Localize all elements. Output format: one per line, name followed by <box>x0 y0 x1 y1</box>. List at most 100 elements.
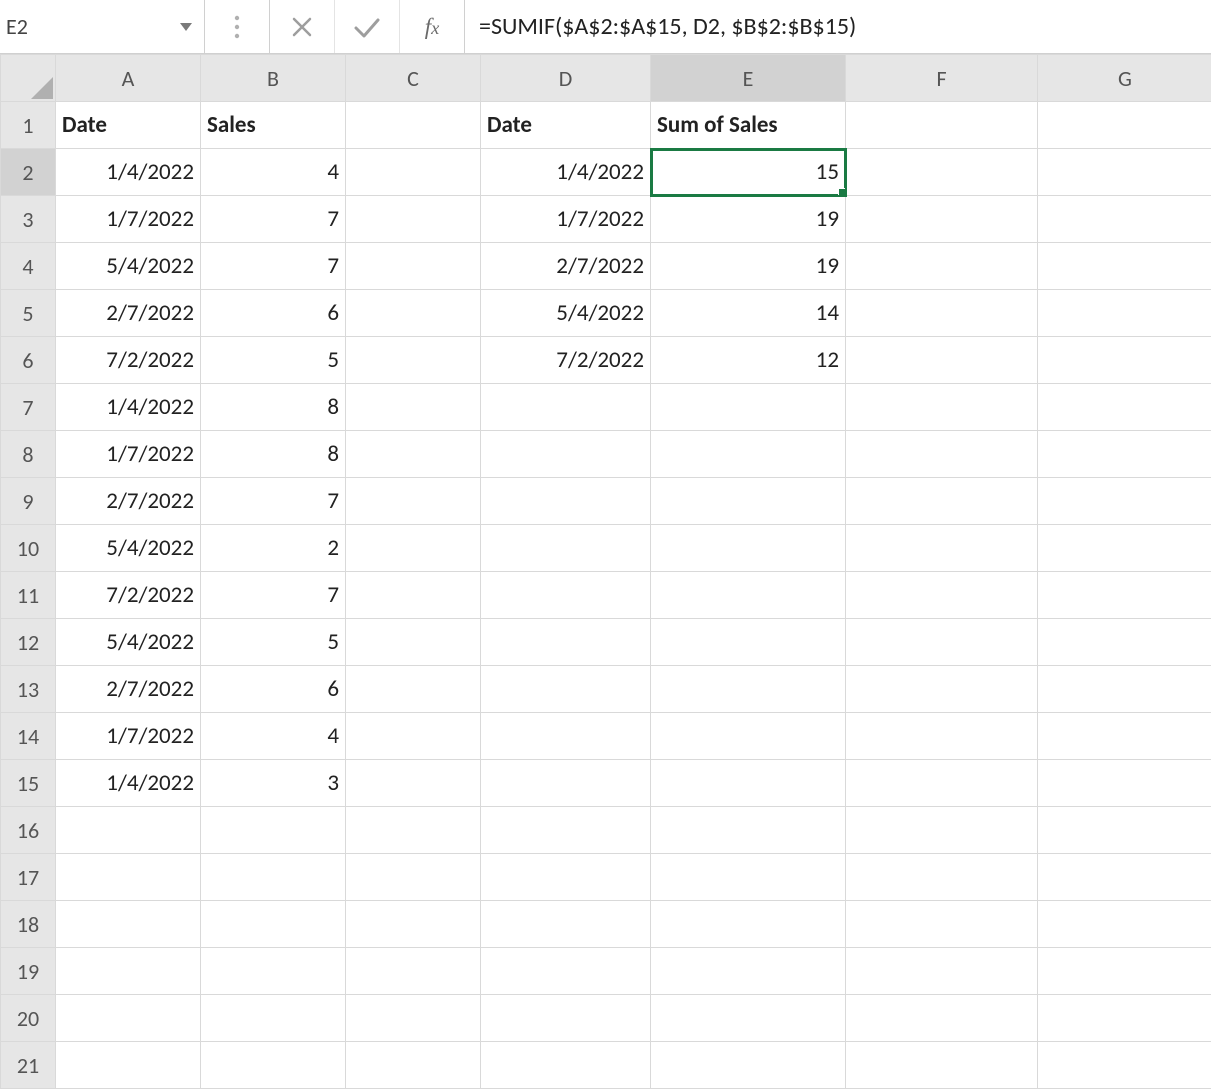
cell-E17[interactable] <box>651 854 846 901</box>
row-header-13[interactable]: 13 <box>1 666 56 713</box>
cell-B7[interactable]: 8 <box>201 384 346 431</box>
cell-B21[interactable] <box>201 1042 346 1089</box>
row-header-16[interactable]: 16 <box>1 807 56 854</box>
cell-C2[interactable] <box>346 149 481 196</box>
cell-D2[interactable]: 1/4/2022 <box>481 149 651 196</box>
col-header-C[interactable]: C <box>346 55 481 102</box>
cell-D14[interactable] <box>481 713 651 760</box>
cell-D3[interactable]: 1/7/2022 <box>481 196 651 243</box>
row-header-18[interactable]: 18 <box>1 901 56 948</box>
row-header-14[interactable]: 14 <box>1 713 56 760</box>
cell-B20[interactable] <box>201 995 346 1042</box>
row-header-11[interactable]: 11 <box>1 572 56 619</box>
cell-G16[interactable] <box>1038 807 1211 854</box>
cell-G13[interactable] <box>1038 666 1211 713</box>
cell-D21[interactable] <box>481 1042 651 1089</box>
cancel-icon[interactable] <box>270 0 335 53</box>
cell-G17[interactable] <box>1038 854 1211 901</box>
cell-G14[interactable] <box>1038 713 1211 760</box>
row-header-10[interactable]: 10 <box>1 525 56 572</box>
cell-F12[interactable] <box>846 619 1038 666</box>
cell-D1[interactable]: Date <box>481 102 651 149</box>
cell-D10[interactable] <box>481 525 651 572</box>
cell-A16[interactable] <box>56 807 201 854</box>
cell-A10[interactable]: 5/4/2022 <box>56 525 201 572</box>
cell-A4[interactable]: 5/4/2022 <box>56 243 201 290</box>
cell-E21[interactable] <box>651 1042 846 1089</box>
cell-D9[interactable] <box>481 478 651 525</box>
cell-C6[interactable] <box>346 337 481 384</box>
cell-B9[interactable]: 7 <box>201 478 346 525</box>
cell-C12[interactable] <box>346 619 481 666</box>
cell-C7[interactable] <box>346 384 481 431</box>
cell-E15[interactable] <box>651 760 846 807</box>
cell-A14[interactable]: 1/7/2022 <box>56 713 201 760</box>
cell-B18[interactable] <box>201 901 346 948</box>
cell-A3[interactable]: 1/7/2022 <box>56 196 201 243</box>
row-header-15[interactable]: 15 <box>1 760 56 807</box>
cell-C16[interactable] <box>346 807 481 854</box>
cell-A8[interactable]: 1/7/2022 <box>56 431 201 478</box>
cell-B11[interactable]: 7 <box>201 572 346 619</box>
formula-input[interactable]: =SUMIF($A$2:$A$15, D2, $B$2:$B$15) <box>465 0 1211 53</box>
col-header-D[interactable]: D <box>481 55 651 102</box>
cell-E4[interactable]: 19 <box>651 243 846 290</box>
cell-C20[interactable] <box>346 995 481 1042</box>
cell-F13[interactable] <box>846 666 1038 713</box>
cell-B12[interactable]: 5 <box>201 619 346 666</box>
cell-D15[interactable] <box>481 760 651 807</box>
cell-G10[interactable] <box>1038 525 1211 572</box>
row-header-8[interactable]: 8 <box>1 431 56 478</box>
cell-D20[interactable] <box>481 995 651 1042</box>
cell-B6[interactable]: 5 <box>201 337 346 384</box>
row-header-1[interactable]: 1 <box>1 102 56 149</box>
col-header-G[interactable]: G <box>1038 55 1211 102</box>
cell-A12[interactable]: 5/4/2022 <box>56 619 201 666</box>
cell-B4[interactable]: 7 <box>201 243 346 290</box>
cell-F16[interactable] <box>846 807 1038 854</box>
cell-A5[interactable]: 2/7/2022 <box>56 290 201 337</box>
more-options-icon[interactable] <box>205 0 270 53</box>
row-header-5[interactable]: 5 <box>1 290 56 337</box>
spreadsheet-grid[interactable]: ABCDEFG 1DateSalesDateSum of Sales21/4/2… <box>0 54 1211 1089</box>
fx-icon[interactable]: fx <box>400 0 465 53</box>
row-header-2[interactable]: 2 <box>1 149 56 196</box>
enter-icon[interactable] <box>335 0 400 53</box>
cell-E16[interactable] <box>651 807 846 854</box>
cell-F11[interactable] <box>846 572 1038 619</box>
cell-C5[interactable] <box>346 290 481 337</box>
cell-C14[interactable] <box>346 713 481 760</box>
cell-E9[interactable] <box>651 478 846 525</box>
cell-A17[interactable] <box>56 854 201 901</box>
cell-D4[interactable]: 2/7/2022 <box>481 243 651 290</box>
cell-F2[interactable] <box>846 149 1038 196</box>
cell-E2[interactable]: 15 <box>651 149 846 196</box>
cell-B10[interactable]: 2 <box>201 525 346 572</box>
cell-C19[interactable] <box>346 948 481 995</box>
chevron-down-icon[interactable] <box>180 23 192 31</box>
cell-A7[interactable]: 1/4/2022 <box>56 384 201 431</box>
cell-G21[interactable] <box>1038 1042 1211 1089</box>
cell-C11[interactable] <box>346 572 481 619</box>
cell-C8[interactable] <box>346 431 481 478</box>
col-header-F[interactable]: F <box>846 55 1038 102</box>
cell-G1[interactable] <box>1038 102 1211 149</box>
cell-C13[interactable] <box>346 666 481 713</box>
cell-A2[interactable]: 1/4/2022 <box>56 149 201 196</box>
cell-E20[interactable] <box>651 995 846 1042</box>
cell-G3[interactable] <box>1038 196 1211 243</box>
cell-F6[interactable] <box>846 337 1038 384</box>
cell-G2[interactable] <box>1038 149 1211 196</box>
cell-C18[interactable] <box>346 901 481 948</box>
cell-F1[interactable] <box>846 102 1038 149</box>
row-header-19[interactable]: 19 <box>1 948 56 995</box>
col-header-B[interactable]: B <box>201 55 346 102</box>
row-header-4[interactable]: 4 <box>1 243 56 290</box>
cell-E10[interactable] <box>651 525 846 572</box>
cell-B13[interactable]: 6 <box>201 666 346 713</box>
cell-A15[interactable]: 1/4/2022 <box>56 760 201 807</box>
row-header-20[interactable]: 20 <box>1 995 56 1042</box>
cell-F18[interactable] <box>846 901 1038 948</box>
cell-B3[interactable]: 7 <box>201 196 346 243</box>
cell-D17[interactable] <box>481 854 651 901</box>
